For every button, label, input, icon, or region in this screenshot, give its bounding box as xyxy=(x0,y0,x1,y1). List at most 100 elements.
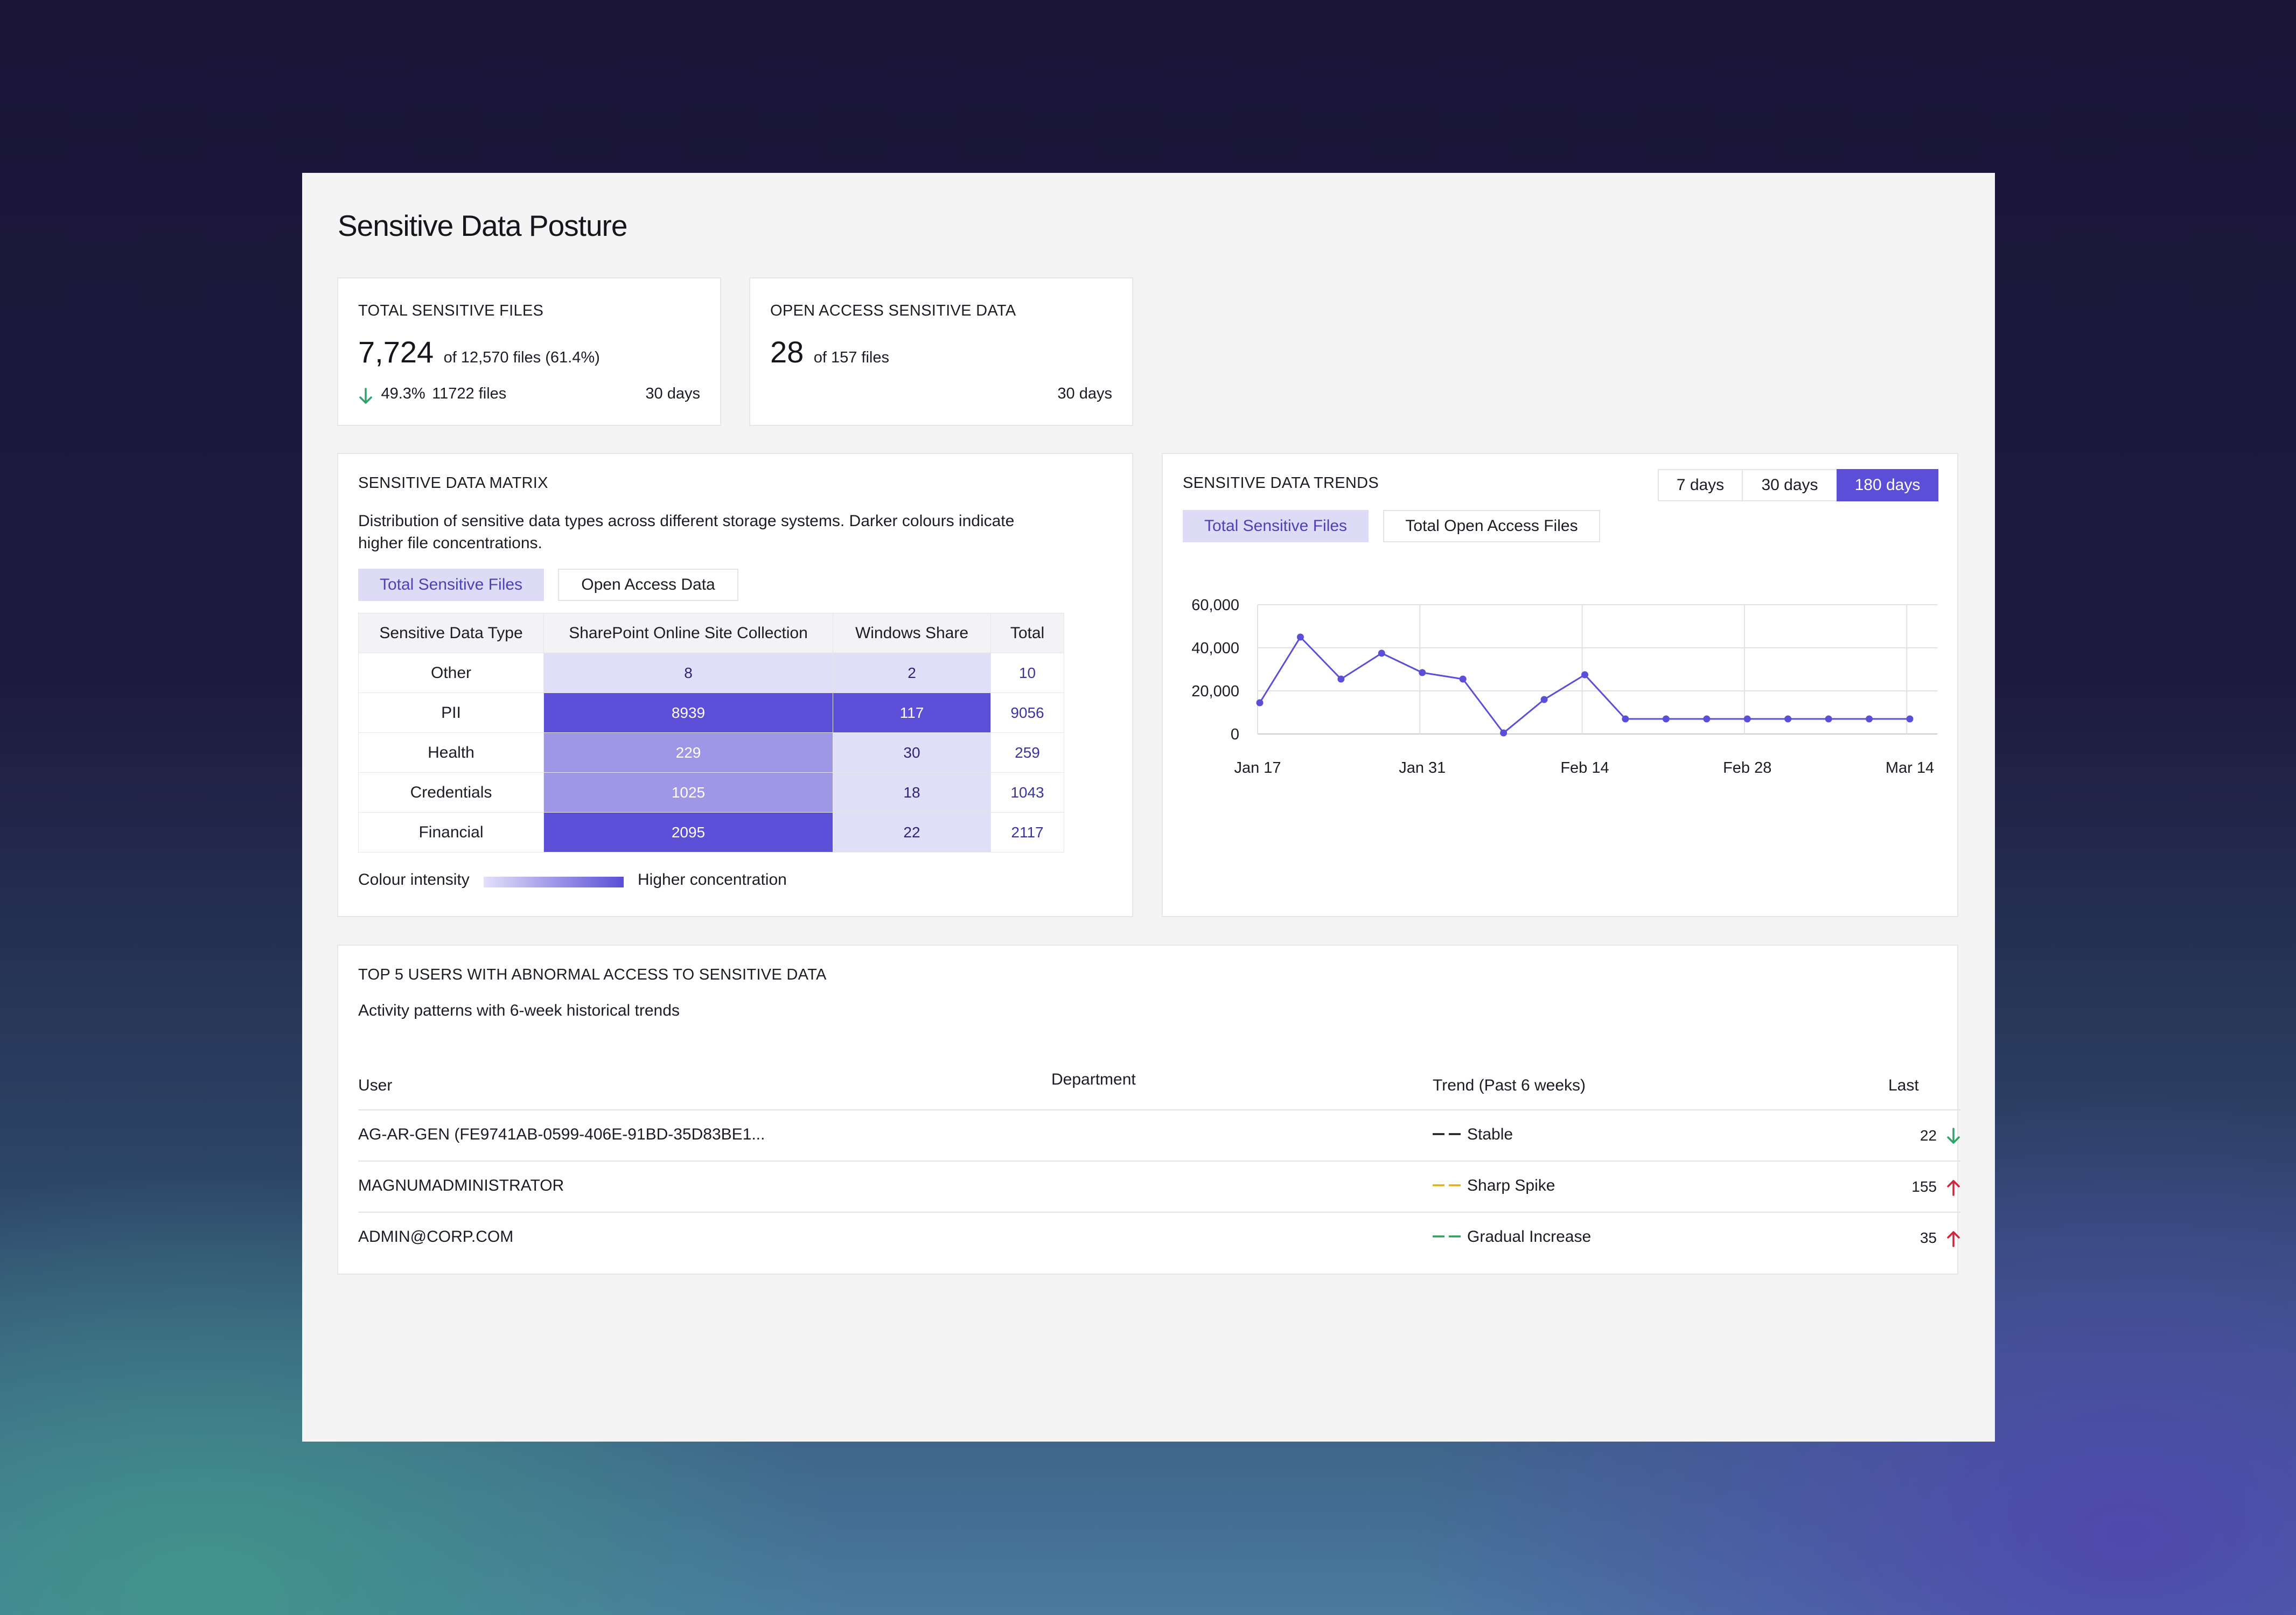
legend-label-left: Colour intensity xyxy=(358,871,470,889)
user-row[interactable]: AG-AR-GEN (FE9741AB-0599-406E-91BD-35D83… xyxy=(358,1109,1960,1160)
trend-label: Gradual Increase xyxy=(1467,1228,1592,1246)
matrix-description: Distribution of sensitive data types acr… xyxy=(358,510,1014,554)
matrix-cell-windows-share[interactable]: 2 xyxy=(833,653,991,693)
trend-line-icon xyxy=(1433,1184,1461,1186)
matrix-row: PII 8939 117 9056 xyxy=(358,693,1064,733)
data-point xyxy=(1419,669,1426,676)
trend-line-chart: 60,000 40,000 20,000 0 Jan 17 Jan 31 Feb 14 Feb… xyxy=(1191,597,1937,777)
data-point xyxy=(1825,715,1832,723)
kpi-card-total-sensitive-files: TOTAL SENSITIVE FILES 7,724 of 12,570 fi… xyxy=(337,277,721,426)
matrix-cell-windows-share[interactable]: 22 xyxy=(833,812,991,852)
data-point xyxy=(1500,729,1508,737)
tab-total-sensitive-files[interactable]: Total Sensitive Files xyxy=(1183,510,1369,542)
data-point xyxy=(1703,715,1711,723)
matrix-cell-sharepoint[interactable]: 8939 xyxy=(543,693,833,733)
matrix-cell-sharepoint[interactable]: 2095 xyxy=(543,812,833,852)
matrix-description-line: higher file concentrations. xyxy=(358,534,542,552)
last-value: 155 xyxy=(1911,1178,1937,1195)
x-tick-label: Mar 14 xyxy=(1886,759,1934,777)
kpi-change-percent: 49.3% xyxy=(381,385,425,402)
kpi-card-open-access: OPEN ACCESS SENSITIVE DATA 28 of 157 fil… xyxy=(749,277,1133,426)
matrix-row: Financial 2095 22 2117 xyxy=(358,812,1064,852)
kpi-change-files: 11722 files xyxy=(432,385,507,402)
y-tick-label: 20,000 xyxy=(1191,683,1239,700)
y-tick-label: 0 xyxy=(1231,726,1239,743)
user-row[interactable]: MAGNUMADMINISTRATOR Sharp Spike 155 xyxy=(358,1160,1960,1211)
user-trend: Sharp Spike xyxy=(1433,1177,1555,1195)
range-7-days-button[interactable]: 7 days xyxy=(1658,469,1743,501)
matrix-cell-total: 10 xyxy=(990,653,1064,693)
data-point xyxy=(1622,715,1629,723)
kpi-period: 30 days xyxy=(645,385,700,402)
arrow-up-icon xyxy=(1947,1231,1960,1247)
matrix-cell-total: 1043 xyxy=(990,772,1064,813)
sensitive-data-matrix-card: SENSITIVE DATA MATRIX Distribution of se… xyxy=(337,453,1133,917)
users-subtitle: Activity patterns with 6-week historical… xyxy=(358,1002,680,1019)
data-point xyxy=(1296,633,1304,641)
data-point xyxy=(1662,715,1670,723)
matrix-row: Credentials 1025 18 1043 xyxy=(358,772,1064,813)
matrix-cell-sharepoint[interactable]: 8 xyxy=(543,653,833,693)
user-trend: Gradual Increase xyxy=(1433,1228,1591,1246)
y-tick-label: 40,000 xyxy=(1191,640,1239,657)
column-header-user: User xyxy=(358,1076,393,1094)
tab-total-open-access-files[interactable]: Total Open Access Files xyxy=(1383,510,1600,542)
user-name: ADMIN@CORP.COM xyxy=(358,1228,514,1246)
column-header: SharePoint Online Site Collection xyxy=(543,613,833,653)
trend-label: Sharp Spike xyxy=(1467,1177,1555,1194)
dashboard-panel: Sensitive Data Posture TOTAL SENSITIVE F… xyxy=(302,173,1995,1442)
abnormal-access-users-card: TOP 5 USERS WITH ABNORMAL ACCESS TO SENS… xyxy=(337,945,1960,1275)
data-point xyxy=(1337,675,1345,683)
sensitive-data-trends-card: SENSITIVE DATA TRENDS 7 days 30 days 180… xyxy=(1162,453,1958,917)
kpi-value: 7,724 xyxy=(358,335,434,369)
trend-line-icon xyxy=(1433,1235,1461,1238)
kpi-detail: of 12,570 files (61.4%) xyxy=(443,349,600,366)
kpi-title: TOTAL SENSITIVE FILES xyxy=(358,302,544,319)
data-point xyxy=(1906,715,1914,723)
kpi-value: 28 xyxy=(770,335,804,369)
tab-open-access-data[interactable]: Open Access Data xyxy=(558,569,738,601)
user-name: AG-AR-GEN (FE9741AB-0599-406E-91BD-35D83… xyxy=(358,1125,765,1143)
user-last: 22 xyxy=(1920,1127,1960,1145)
page-title: Sensitive Data Posture xyxy=(338,209,627,242)
user-last: 155 xyxy=(1911,1178,1960,1196)
matrix-cell-windows-share[interactable]: 117 xyxy=(833,693,991,733)
data-point xyxy=(1784,715,1792,723)
trend-label: Stable xyxy=(1467,1125,1513,1143)
matrix-row-label: Other xyxy=(358,653,544,693)
data-point xyxy=(1581,671,1588,679)
data-point xyxy=(1866,715,1873,723)
column-header: Windows Share xyxy=(833,613,991,653)
data-point xyxy=(1743,715,1751,723)
matrix-cell-sharepoint[interactable]: 229 xyxy=(543,732,833,773)
kpi-title: OPEN ACCESS SENSITIVE DATA xyxy=(770,302,1016,319)
legend-gradient-bar xyxy=(484,877,624,887)
matrix-description-line: Distribution of sensitive data types acr… xyxy=(358,512,1015,530)
users-title: TOP 5 USERS WITH ABNORMAL ACCESS TO SENS… xyxy=(358,966,827,983)
x-tick-label: Jan 31 xyxy=(1399,759,1446,777)
matrix-row: Health 229 30 259 xyxy=(358,732,1064,773)
x-tick-label: Feb 14 xyxy=(1560,759,1609,777)
last-value: 22 xyxy=(1920,1127,1937,1144)
data-point xyxy=(1378,649,1385,657)
series-line xyxy=(1259,635,1910,735)
column-header-department: Department xyxy=(1051,1071,1136,1088)
matrix-cell-windows-share[interactable]: 18 xyxy=(833,772,991,813)
matrix-cell-windows-share[interactable]: 30 xyxy=(833,732,991,773)
data-point xyxy=(1540,696,1548,703)
matrix-table: Sensitive Data Type SharePoint Online Si… xyxy=(358,613,1064,852)
column-header-last: Last xyxy=(1888,1076,1919,1094)
user-row[interactable]: ADMIN@CORP.COM Gradual Increase 35 xyxy=(358,1212,1960,1262)
range-180-days-button[interactable]: 180 days xyxy=(1837,469,1938,501)
trends-title: SENSITIVE DATA TRENDS xyxy=(1183,474,1379,492)
data-point xyxy=(1256,699,1264,707)
matrix-row: Other 8 2 10 xyxy=(358,653,1064,693)
matrix-title: SENSITIVE DATA MATRIX xyxy=(358,474,548,492)
tab-total-sensitive-files[interactable]: Total Sensitive Files xyxy=(358,569,544,601)
matrix-cell-sharepoint[interactable]: 1025 xyxy=(543,772,833,813)
range-30-days-button[interactable]: 30 days xyxy=(1742,469,1838,501)
user-last: 35 xyxy=(1920,1229,1960,1247)
user-trend: Stable xyxy=(1433,1125,1513,1144)
matrix-cell-total: 259 xyxy=(990,732,1064,773)
matrix-cell-total: 2117 xyxy=(990,812,1064,852)
